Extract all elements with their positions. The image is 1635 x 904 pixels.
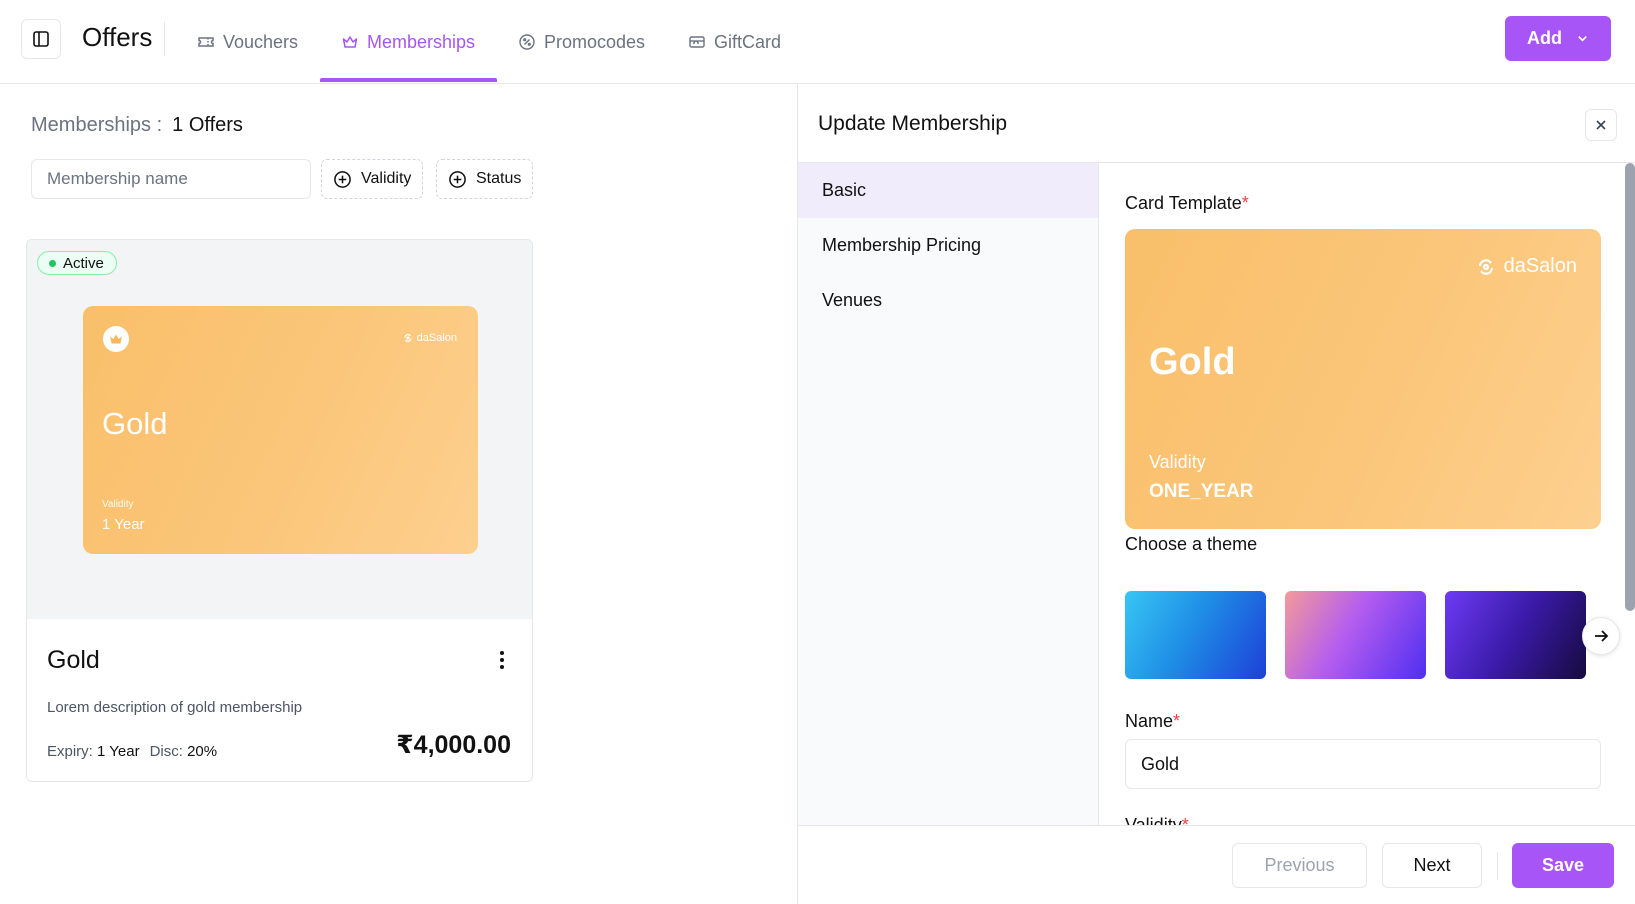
discount-label: Disc:: [149, 743, 183, 760]
plus-circle-icon: [449, 170, 466, 188]
discount-value: 20%: [187, 743, 218, 760]
list-heading-count: 1 Offers: [172, 114, 243, 136]
template-validity-label: Validity: [1149, 452, 1206, 472]
card-validity-label: Validity: [102, 499, 134, 510]
required-mark: *: [1173, 711, 1181, 731]
card-template-preview: daSalon Gold Validity ONE_YEAR: [1125, 229, 1601, 529]
section-nav-membership-pricing[interactable]: Membership Pricing: [798, 218, 1098, 273]
form-scrollbar[interactable]: [1625, 163, 1635, 611]
expiry-info: Expiry: 1 Year: [47, 743, 140, 760]
tab-label: Vouchers: [223, 31, 299, 52]
panel-section-nav: Basic Membership Pricing Venues: [798, 163, 1099, 825]
crown-icon: [342, 36, 358, 48]
mini-membership-card: daSalon Gold Validity 1 Year: [83, 306, 478, 554]
tab-label: GiftCard: [714, 31, 782, 52]
sidebar-toggle-button[interactable]: [21, 19, 61, 59]
gift-card-icon: [689, 36, 705, 48]
close-icon: [1596, 120, 1606, 130]
top-navigation: Offers Vouchers Memberships Promocodes G…: [0, 0, 1635, 84]
status-dot: [49, 259, 56, 267]
panel-title: Update Membership: [818, 112, 1008, 135]
add-button-label: Add: [1527, 28, 1562, 48]
template-validity-value: ONE_YEAR: [1149, 481, 1254, 502]
required-mark: *: [1241, 193, 1249, 213]
discount-badge-icon: [519, 34, 535, 50]
tab-label: Promocodes: [544, 31, 646, 52]
choose-theme-label: Choose a theme: [1125, 534, 1258, 554]
chevron-down-icon: [1578, 36, 1587, 42]
footer-divider: [1497, 852, 1498, 880]
active-tab-indicator: [320, 78, 497, 82]
brand-logo: daSalon: [1476, 255, 1577, 278]
add-button[interactable]: Add: [1505, 16, 1611, 61]
tab-vouchers[interactable]: Vouchers: [197, 0, 298, 84]
template-card-name: Gold: [1149, 341, 1236, 383]
field-label-text: Card Template: [1125, 193, 1242, 213]
save-button[interactable]: Save: [1512, 843, 1614, 888]
validity-filter-button[interactable]: Validity: [321, 159, 424, 199]
brand-swirl-icon: [404, 334, 412, 342]
status-badge: Active: [37, 251, 117, 275]
theme-next-button[interactable]: [1582, 617, 1620, 655]
filter-label: Status: [476, 170, 522, 187]
status-label: Active: [63, 254, 104, 272]
kebab-dot: [500, 665, 504, 669]
membership-name-input[interactable]: [1125, 739, 1601, 789]
brand-logo: daSalon: [403, 332, 457, 344]
membership-meta: Expiry: 1 Year Disc: 20%: [47, 743, 217, 760]
membership-card-preview: Active daSalon Gold Validity 1 Year: [27, 240, 532, 619]
next-button[interactable]: Next: [1382, 843, 1482, 888]
card-template-label: Card Template*: [1125, 193, 1249, 214]
kebab-dot: [500, 651, 504, 655]
brand-swirl-icon: [1478, 258, 1493, 275]
tab-giftcard[interactable]: GiftCard: [688, 0, 781, 84]
more-options-button[interactable]: [492, 645, 512, 675]
ticket-icon: [198, 37, 214, 47]
sidebar-panel-icon: [33, 31, 49, 47]
section-nav-venues[interactable]: Venues: [798, 273, 1098, 328]
section-nav-basic[interactable]: Basic: [798, 163, 1098, 218]
required-mark: *: [1181, 815, 1189, 825]
previous-button[interactable]: Previous: [1232, 843, 1367, 888]
theme-swatch-midnight[interactable]: [1445, 591, 1586, 679]
expiry-value: 1 Year: [97, 743, 140, 760]
brand-name: daSalon: [1503, 255, 1577, 277]
list-heading-label: Memberships :: [31, 114, 163, 136]
crown-badge: [103, 326, 129, 352]
plus-circle-icon: [334, 170, 351, 188]
close-button[interactable]: [1585, 109, 1617, 141]
tab-memberships[interactable]: Memberships: [341, 0, 475, 84]
panel-footer: Previous Next Save: [798, 825, 1635, 904]
arrow-right-icon: [1595, 630, 1609, 642]
filter-label: Validity: [361, 170, 412, 187]
card-name: Gold: [102, 406, 168, 441]
brand-name: daSalon: [416, 332, 457, 344]
membership-search-input[interactable]: [31, 159, 311, 199]
panel-header: Update Membership: [798, 84, 1635, 163]
theme-swatch-purple[interactable]: [1285, 591, 1426, 679]
membership-card[interactable]: Active daSalon Gold Validity 1 Year Gold…: [26, 239, 533, 782]
update-membership-panel: Update Membership Basic Membership Prici…: [797, 84, 1635, 904]
discount-info: Disc: 20%: [150, 743, 218, 760]
name-label: Name*: [1125, 711, 1180, 732]
title-divider: [164, 22, 165, 56]
list-heading: Memberships : 1 Offers: [31, 114, 243, 137]
membership-description: Lorem description of gold membership: [47, 699, 303, 716]
card-validity-value: 1 Year: [102, 516, 145, 533]
status-filter-button[interactable]: Status: [436, 159, 534, 199]
field-label-text: Name: [1125, 711, 1174, 731]
theme-swatch-blue[interactable]: [1125, 591, 1266, 679]
validity-label: Validity*: [1125, 815, 1189, 825]
membership-name: Gold: [47, 646, 100, 674]
field-label-text: Validity: [1125, 815, 1182, 825]
page-title: Offers: [82, 22, 153, 52]
crown-icon: [110, 334, 122, 344]
panel-form: Card Template* daSalon Gold Validity ONE…: [1100, 163, 1635, 825]
tab-label: Memberships: [367, 31, 476, 52]
expiry-label: Expiry:: [47, 743, 93, 760]
kebab-dot: [500, 658, 504, 662]
membership-price: ₹4,000.00: [396, 731, 511, 759]
tab-promocodes[interactable]: Promocodes: [518, 0, 645, 84]
